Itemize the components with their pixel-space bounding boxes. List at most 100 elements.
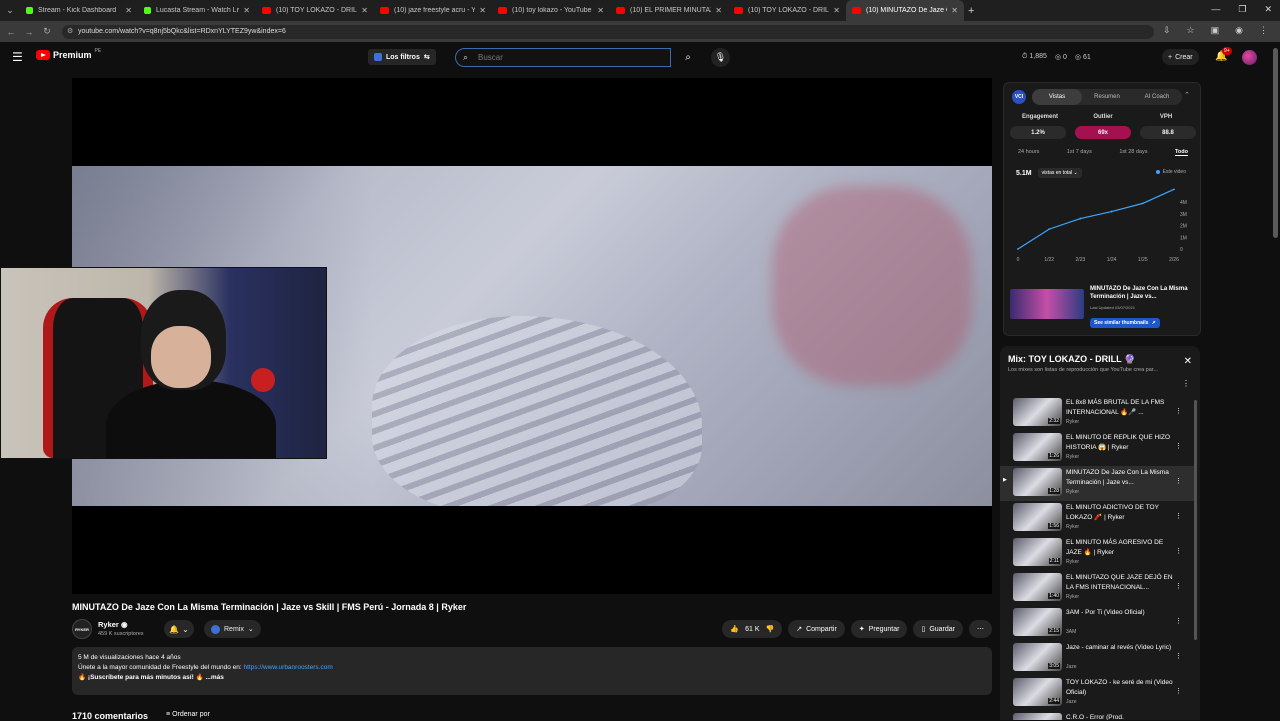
browser-tab[interactable]: (10) toy lokazo - YouTube ✕ [492, 0, 610, 21]
filters-button[interactable]: Los filtros ⇆ [368, 49, 436, 65]
playlist-item-thumbnail[interactable]: 2:11 [1013, 538, 1062, 566]
extensions-icon[interactable]: ▣ [1211, 25, 1220, 36]
browser-tab[interactable]: (10) MINUTAZO De Jaze Con La ✕ [846, 0, 964, 21]
description-box[interactable]: 5 M de visualizaciones hace 4 años Únete… [72, 647, 992, 695]
save-button[interactable]: ▯ Guardar [913, 620, 963, 638]
playlist-item-menu-icon[interactable]: ⋮ [1175, 407, 1182, 415]
search-input[interactable] [478, 53, 658, 62]
browser-tab[interactable]: Stream - Kick Dashboard ✕ [20, 0, 138, 21]
tab-search-icon[interactable]: ⌄ [0, 0, 20, 21]
youtube-logo[interactable]: Premium PE [36, 48, 101, 60]
create-button[interactable]: + Crear [1162, 49, 1199, 65]
ask-button[interactable]: ✦ Preguntar [850, 620, 908, 638]
close-window-icon[interactable]: ✕ [1264, 4, 1272, 15]
tab-resumen[interactable]: Resumen [1082, 89, 1132, 105]
playlist-menu-icon[interactable]: ⋮ [1182, 379, 1190, 388]
playlist-item[interactable]: 2:15 3AM - Por Ti (Video Oficial) 3AM ⋮ [1000, 606, 1194, 641]
playlist-item-menu-icon[interactable]: ⋮ [1175, 547, 1182, 555]
like-icon[interactable]: 👍 [730, 625, 739, 633]
browser-tab[interactable]: (10) TOY LOKAZO - DRILL ✕ [256, 0, 374, 21]
close-tab-icon[interactable]: ✕ [479, 6, 486, 15]
subscribed-bell-button[interactable]: 🔔 ⌄ [164, 620, 194, 638]
close-tab-icon[interactable]: ✕ [125, 6, 132, 15]
playlist-item-menu-icon[interactable]: ⋮ [1175, 582, 1182, 590]
channel-name[interactable]: Ryker ◉ [98, 620, 128, 629]
bookmark-icon[interactable]: ☆ [1187, 25, 1195, 36]
browser-tab[interactable]: (10) EL PRIMER MINUTAZO DE ✕ [610, 0, 728, 21]
maximize-icon[interactable]: ❐ [1238, 4, 1246, 15]
views-dropdown[interactable]: vistas en total ⌄ [1037, 168, 1082, 178]
account-avatar[interactable] [1242, 50, 1257, 65]
channel-avatar[interactable]: RYKER [72, 619, 92, 639]
range-all[interactable]: Todo [1174, 149, 1188, 156]
description-more[interactable]: 🔥 ¡Suscríbete para más minutos así! 🔥 ..… [78, 673, 986, 683]
playlist-item[interactable]: 2:44 TOY LOKAZO - ke seré de mi (Video Of… [1000, 676, 1194, 711]
playlist-item-thumbnail[interactable]: 1:40 [1013, 573, 1062, 601]
playlist-item[interactable]: 3:05 Jaze - caminar al revés (Video Lyric… [1000, 641, 1194, 676]
close-tab-icon[interactable]: ✕ [243, 6, 250, 15]
like-dislike-button[interactable]: 👍 61 K 👎 [722, 620, 783, 638]
hamburger-menu-icon[interactable]: ☰ [12, 50, 23, 64]
streamer-webcam-overlay [0, 267, 327, 459]
close-tab-icon[interactable]: ✕ [361, 6, 368, 15]
back-icon[interactable]: ← [4, 27, 18, 37]
menu-icon[interactable]: ⋮ [1259, 25, 1268, 36]
tab-vistas[interactable]: Vistas [1032, 89, 1082, 105]
close-tab-icon[interactable]: ✕ [951, 6, 958, 15]
playlist-item-menu-icon[interactable]: ⋮ [1175, 477, 1182, 485]
browser-tab[interactable]: (10) jaze freestyle acru - YouTu✕ [374, 0, 492, 21]
current-video-date: Last Updated 03/07/2021 [1090, 305, 1135, 310]
close-tab-icon[interactable]: ✕ [833, 6, 840, 15]
range-24h[interactable]: 24 hours [1018, 149, 1039, 156]
playlist-item-thumbnail[interactable] [1013, 713, 1062, 720]
search-button[interactable]: ⌕ [673, 48, 703, 67]
site-info-icon[interactable]: ⚙ [67, 25, 73, 39]
playlist-item[interactable]: 1:40 EL MINUTAZO QUE JAZE DEJÓ EN LA FMS … [1000, 571, 1194, 606]
browser-tab[interactable]: Lucasta Stream - Watch Live on ✕ [138, 0, 256, 21]
playlist-item[interactable]: ▶ 1:28 MINUTAZO De Jaze Con La Misma Termi… [1000, 466, 1194, 501]
close-playlist-icon[interactable]: ✕ [1184, 356, 1192, 367]
playlist-item-thumbnail[interactable]: 1:56 [1013, 503, 1062, 531]
new-tab-button[interactable]: + [968, 5, 974, 17]
tab-ai-coach[interactable]: AI Coach [1132, 89, 1182, 105]
playlist-item-menu-icon[interactable]: ⋮ [1175, 652, 1182, 660]
voice-search-button[interactable]: 🎙 [711, 48, 730, 67]
playlist-item-thumbnail[interactable]: 2:32 [1013, 398, 1062, 426]
reload-icon[interactable]: ↻ [40, 26, 54, 37]
current-video-thumbnail[interactable] [1010, 289, 1084, 319]
playlist-item-thumbnail[interactable]: 2:44 [1013, 678, 1062, 706]
description-link[interactable]: https://www.urbanroosters.com [244, 664, 333, 671]
range-28d[interactable]: 1st 28 days [1119, 149, 1147, 156]
playlist-item[interactable]: 1:26 EL MINUTO DE REPLIK QUE HIZO HISTORI… [1000, 431, 1194, 466]
close-tab-icon[interactable]: ✕ [715, 6, 722, 15]
share-button[interactable]: ↗ Compartir [788, 620, 845, 638]
url-field[interactable]: ⚙ youtube.com/watch?v=q8nj5bQkc&list=RDx… [62, 25, 1154, 39]
playlist-item-thumbnail[interactable]: 3:05 [1013, 643, 1062, 671]
playlist-item-menu-icon[interactable]: ⋮ [1175, 617, 1182, 625]
browser-tab[interactable]: (10) TOY LOKAZO - DRILL ✕ [728, 0, 846, 21]
playlist-item[interactable]: C.R.O - Error (Prod.⋮ [1000, 711, 1194, 720]
playlist-item-thumbnail[interactable]: 1:28 [1013, 468, 1062, 496]
forward-icon[interactable]: → [22, 27, 36, 37]
minimize-icon[interactable]: — [1211, 4, 1220, 15]
playlist-scrollbar[interactable] [1194, 400, 1197, 640]
mix-playlist-panel: Mix: TOY LOKAZO - DRILL 🔮 Los mixes son … [1000, 346, 1200, 720]
playlist-item[interactable]: 2:32 EL 8x8 MÁS BRUTAL DE LA FMS INTERNAC… [1000, 396, 1194, 431]
playlist-item-menu-icon[interactable]: ⋮ [1175, 442, 1182, 450]
playlist-item-thumbnail[interactable]: 1:26 [1013, 433, 1062, 461]
page-scrollbar[interactable] [1273, 48, 1278, 238]
install-icon[interactable]: ⇩ [1163, 25, 1171, 36]
collapse-icon[interactable]: ⌃ [1184, 91, 1190, 99]
more-actions-button[interactable]: ⋯ [969, 620, 992, 638]
playlist-item[interactable]: 2:11 EL MINUTO MÁS AGRESIVO DE JAZE 🔥 | R… [1000, 536, 1194, 571]
dislike-icon[interactable]: 👎 [766, 625, 775, 633]
similar-thumbnails-button[interactable]: See similar thumbnails ↗ [1090, 318, 1160, 328]
playlist-item-thumbnail[interactable]: 2:15 [1013, 608, 1062, 636]
range-7d[interactable]: 1st 7 days [1067, 149, 1092, 156]
playlist-item-menu-icon[interactable]: ⋮ [1175, 512, 1182, 520]
close-tab-icon[interactable]: ✕ [597, 6, 604, 15]
remix-button[interactable]: Remix ⌄ [204, 620, 261, 638]
profile-icon[interactable]: ◉ [1235, 25, 1243, 36]
playlist-item-menu-icon[interactable]: ⋮ [1175, 687, 1182, 695]
playlist-item[interactable]: 1:56 EL MINUTO ADICTIVO DE TOY LOKAZO 🧨 |… [1000, 501, 1194, 536]
